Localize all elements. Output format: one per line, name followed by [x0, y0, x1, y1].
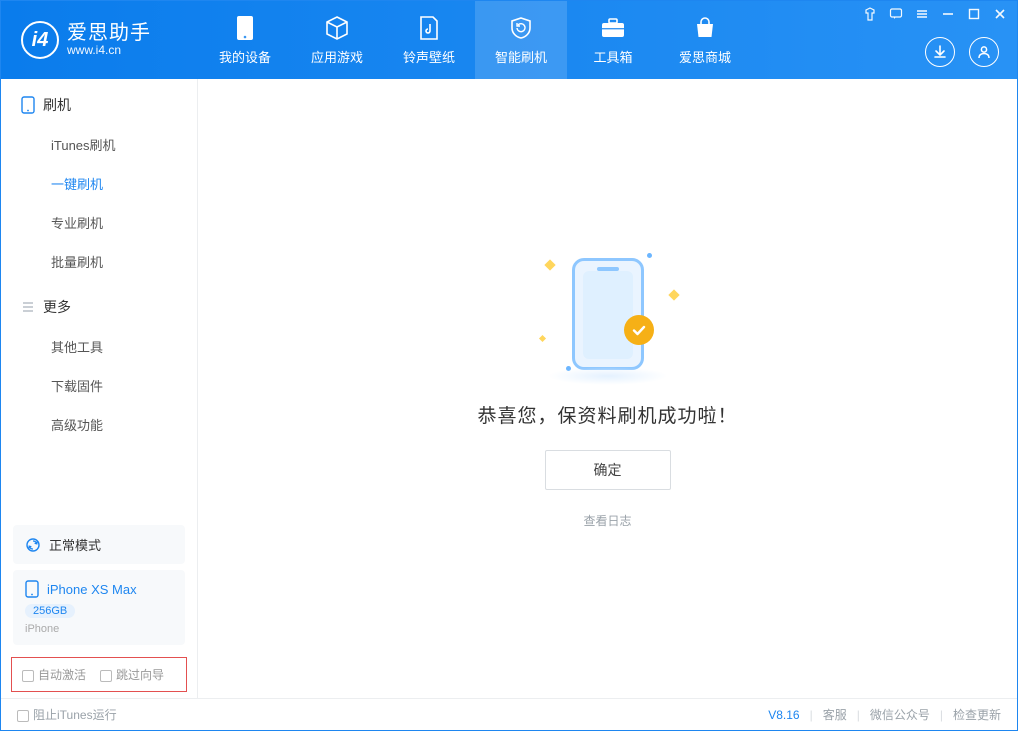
checkbox-icon	[100, 670, 112, 682]
list-icon	[21, 300, 35, 314]
checkbox-skip-guide[interactable]: 跳过向导	[100, 666, 164, 683]
sidebar-section-title: 刷机	[1, 95, 197, 125]
feedback-icon[interactable]	[887, 5, 905, 23]
checkbox-block-itunes[interactable]: 阻止iTunes运行	[17, 706, 117, 723]
window-controls	[861, 5, 1009, 23]
tab-label: 智能刷机	[495, 47, 547, 66]
view-log-link[interactable]: 查看日志	[583, 512, 631, 529]
toolbox-icon	[600, 15, 626, 41]
logo-icon: i4	[21, 21, 59, 59]
skin-icon[interactable]	[861, 5, 879, 23]
sidebar-section-title-more: 更多	[1, 297, 197, 327]
device-card[interactable]: iPhone XS Max 256GB iPhone	[13, 570, 185, 645]
separator: |	[857, 708, 860, 722]
header-right	[925, 37, 999, 67]
sparkle-icon	[538, 334, 545, 341]
sidebar-item-batch-flash[interactable]: 批量刷机	[1, 242, 197, 281]
tab-toolbox[interactable]: 工具箱	[567, 1, 659, 79]
download-button[interactable]	[925, 37, 955, 67]
status-left: 阻止iTunes运行	[17, 706, 117, 723]
checkbox-auto-activate[interactable]: 自动激活	[22, 666, 86, 683]
check-update-link[interactable]: 检查更新	[953, 706, 1001, 723]
sidebar-section-more: 更多 其他工具 下载固件 高级功能	[1, 281, 197, 444]
sync-icon	[25, 537, 41, 553]
tab-label: 工具箱	[593, 47, 632, 66]
sparkle-icon	[668, 289, 679, 300]
tab-apps-games[interactable]: 应用游戏	[291, 1, 383, 79]
body: 刷机 iTunes刷机 一键刷机 专业刷机 批量刷机 更多 其他工具 下载固件 …	[1, 79, 1017, 698]
support-link[interactable]: 客服	[823, 706, 847, 723]
cube-icon	[324, 15, 350, 41]
separator: |	[940, 708, 943, 722]
tab-store[interactable]: 爱思商城	[659, 1, 751, 79]
bag-icon	[692, 15, 718, 41]
minimize-button[interactable]	[939, 5, 957, 23]
glow-icon	[548, 367, 668, 385]
sidebar-item-itunes-flash[interactable]: iTunes刷机	[1, 125, 197, 164]
check-badge-icon	[624, 315, 654, 345]
device-name-row: iPhone XS Max	[25, 580, 173, 598]
nav-tabs: 我的设备 应用游戏 铃声壁纸 智能刷机 工具箱 爱思商城	[199, 1, 751, 79]
app-name-en: www.i4.cn	[67, 44, 151, 57]
logo: i4 爱思助手 www.i4.cn	[1, 1, 199, 79]
tab-label: 应用游戏	[311, 47, 363, 66]
opt-label: 自动激活	[38, 668, 86, 682]
block-itunes-label: 阻止iTunes运行	[33, 708, 117, 722]
device-name-text: iPhone XS Max	[47, 582, 137, 597]
tab-label: 我的设备	[219, 47, 271, 66]
section-title-text: 更多	[43, 297, 71, 317]
phone-illustration-icon	[572, 258, 644, 370]
checkbox-icon	[17, 710, 29, 722]
version-label: V8.16	[768, 708, 799, 722]
device-mode-box[interactable]: 正常模式	[13, 525, 185, 564]
device-outline-icon	[21, 96, 35, 114]
menu-icon[interactable]	[913, 5, 931, 23]
statusbar: 阻止iTunes运行 V8.16 | 客服 | 微信公众号 | 检查更新	[1, 698, 1017, 730]
logo-text: 爱思助手 www.i4.cn	[67, 22, 151, 57]
tab-my-device[interactable]: 我的设备	[199, 1, 291, 79]
sidebar-item-download-firmware[interactable]: 下载固件	[1, 366, 197, 405]
wechat-link[interactable]: 微信公众号	[870, 706, 930, 723]
maximize-button[interactable]	[965, 5, 983, 23]
sidebar-section-flash: 刷机 iTunes刷机 一键刷机 专业刷机 批量刷机	[1, 79, 197, 281]
app-name-cn: 爱思助手	[67, 22, 151, 44]
sidebar-item-advanced[interactable]: 高级功能	[1, 405, 197, 444]
sidebar: 刷机 iTunes刷机 一键刷机 专业刷机 批量刷机 更多 其他工具 下载固件 …	[1, 79, 198, 698]
device-capacity: 256GB	[25, 604, 75, 618]
phone-icon	[232, 15, 258, 41]
tab-label: 铃声壁纸	[403, 47, 455, 66]
music-file-icon	[416, 15, 442, 41]
sparkle-icon	[544, 259, 555, 270]
titlebar: i4 爱思助手 www.i4.cn 我的设备 应用游戏 铃声壁纸 智能刷机 工具…	[1, 1, 1017, 79]
phone-small-icon	[25, 580, 39, 598]
opt-label: 跳过向导	[116, 668, 164, 682]
close-button[interactable]	[991, 5, 1009, 23]
sidebar-item-pro-flash[interactable]: 专业刷机	[1, 203, 197, 242]
success-illustration	[538, 249, 678, 379]
confirm-button[interactable]: 确定	[545, 450, 671, 490]
flash-options-highlight: 自动激活 跳过向导	[11, 657, 187, 692]
tab-smart-flash[interactable]: 智能刷机	[475, 1, 567, 79]
tab-label: 爱思商城	[679, 47, 731, 66]
tab-ring-wallpaper[interactable]: 铃声壁纸	[383, 1, 475, 79]
status-right: V8.16 | 客服 | 微信公众号 | 检查更新	[768, 706, 1001, 723]
mode-label: 正常模式	[49, 535, 101, 554]
dot-icon	[647, 253, 652, 258]
refresh-shield-icon	[508, 15, 534, 41]
device-type: iPhone	[25, 623, 173, 635]
main-content: 恭喜您，保资料刷机成功啦！ 确定 查看日志	[198, 79, 1017, 698]
sidebar-item-other-tools[interactable]: 其他工具	[1, 327, 197, 366]
checkbox-icon	[22, 670, 34, 682]
success-message: 恭喜您，保资料刷机成功啦！	[477, 401, 737, 428]
account-button[interactable]	[969, 37, 999, 67]
section-title-text: 刷机	[43, 95, 71, 115]
separator: |	[810, 708, 813, 722]
sidebar-item-onekey-flash[interactable]: 一键刷机	[1, 164, 197, 203]
